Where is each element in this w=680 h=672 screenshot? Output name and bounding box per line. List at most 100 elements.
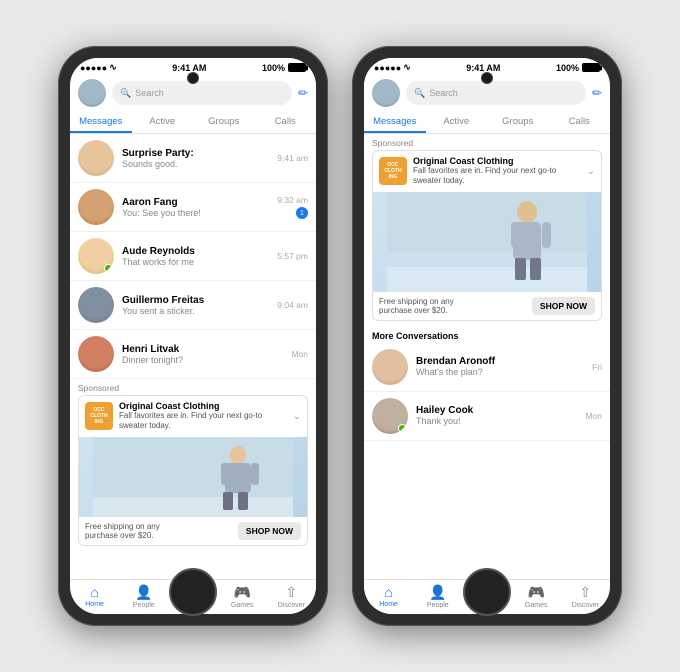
nav-people-right[interactable]: 👤 People bbox=[413, 584, 462, 612]
tab-active-right[interactable]: Active bbox=[426, 111, 488, 133]
home-icon: ⌂ bbox=[90, 584, 98, 600]
ad-footer-right: Free shipping on anypurchase over $20. S… bbox=[373, 292, 601, 320]
ad-desc-right: Fall favorites are in. Find your next go… bbox=[413, 166, 581, 187]
msg-meta: 9:04 am bbox=[277, 300, 308, 310]
msg-name: Hailey Cook bbox=[416, 405, 577, 416]
ad-footer-text-left: Free shipping on anypurchase over $20. bbox=[85, 522, 160, 540]
more-conversations-label: More Conversations bbox=[364, 327, 610, 343]
nav-people-left[interactable]: 👤 People bbox=[119, 584, 168, 612]
msg-content: Henri Litvak Dinner tonight? bbox=[122, 344, 283, 365]
msg-name: Guillermo Freitas bbox=[122, 295, 269, 306]
nav-discover-left[interactable]: ⇧ Discover bbox=[267, 584, 316, 612]
msg-time: 9:41 am bbox=[277, 153, 308, 163]
bottom-nav-right: ⌂ Home 👤 People 🎮 Games ⇧ Discover bbox=[364, 579, 610, 614]
tab-messages-left[interactable]: Messages bbox=[70, 111, 132, 133]
msg-meta: Fri bbox=[592, 362, 602, 372]
ad-desc-left: Fall favorites are in. Find your next go… bbox=[119, 411, 287, 432]
search-box-right[interactable]: 🔍 Search bbox=[406, 81, 586, 105]
msg-preview: Thank you! bbox=[416, 416, 577, 426]
nav-games-label-right: Games bbox=[525, 602, 548, 609]
search-placeholder-right: Search bbox=[429, 88, 458, 98]
ad-info-left: Original Coast Clothing Fall favorites a… bbox=[119, 401, 287, 432]
time-display-right: 9:41 AM bbox=[466, 63, 500, 73]
list-item[interactable]: Henri Litvak Dinner tonight? Mon bbox=[70, 330, 316, 379]
battery-area-right: 100% bbox=[556, 63, 600, 73]
avatar bbox=[372, 349, 408, 385]
center-action-btn-right[interactable] bbox=[473, 584, 501, 612]
ad-image-right bbox=[373, 192, 601, 292]
list-item[interactable]: Aaron Fang You: See you there! 9:32 am 1 bbox=[70, 183, 316, 232]
phone-right-screen: ●●●●● ∿ 9:41 AM 100% 🔍 Search ✏ bbox=[364, 58, 610, 614]
nav-discover-right[interactable]: ⇧ Discover bbox=[561, 584, 610, 612]
chevron-down-icon: ⌄ bbox=[293, 411, 301, 422]
msg-preview: You: See you there! bbox=[122, 208, 269, 218]
ad-logo-right: OCCCLOTHING bbox=[379, 157, 407, 185]
list-item[interactable]: Hailey Cook Thank you! Mon bbox=[364, 392, 610, 441]
nav-center-right[interactable] bbox=[462, 584, 511, 612]
bottom-nav-left: ⌂ Home 👤 People 🎮 Games ⇧ Discover bbox=[70, 579, 316, 614]
unread-badge: 1 bbox=[296, 207, 308, 219]
ad-header-right: OCCCLOTHING Original Coast Clothing Fall… bbox=[373, 151, 601, 192]
battery-pct: 100% bbox=[262, 63, 285, 73]
msg-preview: You sent a sticker. bbox=[122, 306, 269, 316]
ad-card-left[interactable]: OCCCLOTHING Original Coast Clothing Fall… bbox=[78, 395, 308, 546]
tab-active-left[interactable]: Active bbox=[132, 111, 194, 133]
nav-home-label: Home bbox=[85, 601, 104, 608]
list-item[interactable]: Aude Reynolds That works for me 5:57 pm bbox=[70, 232, 316, 281]
list-item[interactable]: Guillermo Freitas You sent a sticker. 9:… bbox=[70, 281, 316, 330]
ad-logo-left: OCCCLOTHING bbox=[85, 402, 113, 430]
games-icon: 🎮 bbox=[233, 584, 250, 601]
tab-calls-left[interactable]: Calls bbox=[255, 111, 317, 133]
shop-now-button-right[interactable]: SHOP NOW bbox=[532, 297, 595, 315]
ad-footer-text-right: Free shipping on anypurchase over $20. bbox=[379, 297, 454, 315]
search-icon-right: 🔍 bbox=[414, 88, 425, 99]
avatar bbox=[78, 140, 114, 176]
list-item[interactable]: Brendan Aronoff What's the plan? Fri bbox=[364, 343, 610, 392]
nav-home-right[interactable]: ⌂ Home bbox=[364, 584, 413, 612]
discover-icon-right: ⇧ bbox=[580, 584, 592, 601]
ad-name-left: Original Coast Clothing bbox=[119, 401, 287, 411]
tab-calls-right[interactable]: Calls bbox=[549, 111, 611, 133]
compose-btn-right[interactable]: ✏ bbox=[592, 86, 602, 100]
nav-center-left[interactable] bbox=[168, 584, 217, 612]
msg-name: Aude Reynolds bbox=[122, 246, 269, 257]
msg-name: Aaron Fang bbox=[122, 197, 269, 208]
sponsored-label-right: Sponsored bbox=[364, 134, 610, 150]
battery-icon-right bbox=[582, 63, 600, 72]
msg-meta: 9:41 am bbox=[277, 153, 308, 163]
messages-list-left: Surprise Party: Sounds good. 9:41 am Aar… bbox=[70, 134, 316, 579]
compose-btn-left[interactable]: ✏ bbox=[298, 86, 308, 100]
online-indicator bbox=[104, 264, 113, 273]
nav-home-label-right: Home bbox=[379, 601, 398, 608]
msg-time: 9:32 am bbox=[277, 195, 308, 205]
tab-groups-left[interactable]: Groups bbox=[193, 111, 255, 133]
msg-time: Mon bbox=[291, 349, 308, 359]
wifi-icon: ∿ bbox=[109, 62, 117, 73]
msg-preview: Sounds good. bbox=[122, 159, 269, 169]
ad-header-left: OCCCLOTHING Original Coast Clothing Fall… bbox=[79, 396, 307, 437]
battery-area: 100% bbox=[262, 63, 306, 73]
tab-groups-right[interactable]: Groups bbox=[487, 111, 549, 133]
msg-time: Fri bbox=[592, 362, 602, 372]
msg-content: Hailey Cook Thank you! bbox=[416, 405, 577, 426]
header-right: 🔍 Search ✏ bbox=[364, 75, 610, 111]
nav-games-right[interactable]: 🎮 Games bbox=[512, 584, 561, 612]
games-icon-right: 🎮 bbox=[527, 584, 544, 601]
list-item[interactable]: Surprise Party: Sounds good. 9:41 am bbox=[70, 134, 316, 183]
ad-image-left bbox=[79, 437, 307, 517]
chevron-down-icon-right: ⌄ bbox=[587, 166, 595, 177]
avatar bbox=[78, 238, 114, 274]
discover-icon: ⇧ bbox=[286, 584, 298, 601]
search-box-left[interactable]: 🔍 Search bbox=[112, 81, 292, 105]
tab-messages-right[interactable]: Messages bbox=[364, 111, 426, 133]
shop-now-button-left[interactable]: SHOP NOW bbox=[238, 522, 301, 540]
signal-dots: ●●●●● bbox=[80, 63, 107, 73]
nav-home-left[interactable]: ⌂ Home bbox=[70, 584, 119, 612]
nav-games-left[interactable]: 🎮 Games bbox=[218, 584, 267, 612]
signal-area: ●●●●● ∿ bbox=[80, 62, 117, 73]
ad-card-right[interactable]: OCCCLOTHING Original Coast Clothing Fall… bbox=[372, 150, 602, 321]
phone-left: ●●●●● ∿ 9:41 AM 100% 🔍 Search ✏ bbox=[58, 46, 328, 626]
center-action-btn[interactable] bbox=[179, 584, 207, 612]
msg-meta: 9:32 am 1 bbox=[277, 195, 308, 219]
people-icon: 👤 bbox=[135, 584, 152, 601]
